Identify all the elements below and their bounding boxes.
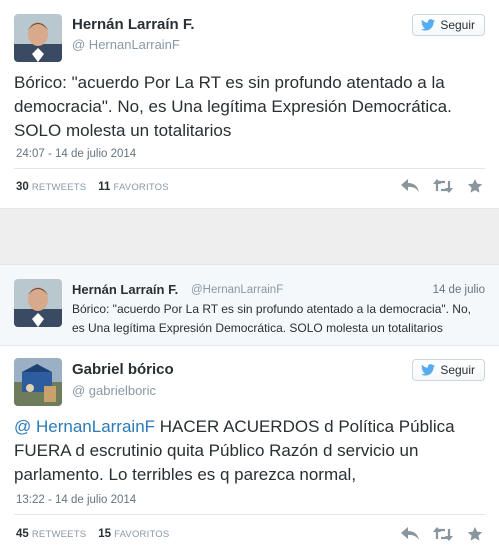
tweet-timestamp[interactable]: 13:22 - 14 de julio 2014 bbox=[16, 494, 136, 506]
follow-button[interactable]: Seguir bbox=[412, 359, 485, 381]
reply-icon[interactable] bbox=[401, 527, 419, 546]
tweet-actions bbox=[401, 178, 483, 199]
follow-label: Seguir bbox=[440, 18, 475, 32]
favorites-stat[interactable]: 15 FAVORITOS bbox=[98, 528, 169, 540]
tweet-stats: 45 RETWEETS 15 FAVORITOS bbox=[16, 528, 169, 540]
twitter-bird-icon bbox=[421, 364, 436, 376]
retweets-count: 45 bbox=[16, 528, 29, 540]
avatar[interactable] bbox=[14, 279, 62, 327]
divider bbox=[14, 514, 485, 515]
author-handle[interactable]: @ gabrielboric bbox=[72, 383, 156, 398]
quoted-tweet[interactable]: Hernán Larraín F. @HernanLarrainF 14 de … bbox=[0, 264, 499, 346]
favorites-count: 15 bbox=[98, 528, 112, 540]
retweets-count: 30 bbox=[16, 181, 29, 193]
avatar[interactable] bbox=[14, 14, 62, 62]
tweet-text: @ HernanLarrainF HACER ACUERDOS d Políti… bbox=[14, 415, 484, 487]
tweet-timestamp[interactable]: 24:07 - 14 de julio 2014 bbox=[16, 148, 136, 160]
twitter-bird-icon bbox=[421, 19, 436, 31]
star-icon[interactable] bbox=[467, 526, 483, 547]
retweets-label: RETWEETS bbox=[31, 182, 87, 193]
quoted-author-handle[interactable]: @HernanLarrainF bbox=[191, 284, 283, 296]
quoted-date[interactable]: 14 de julio bbox=[433, 284, 485, 296]
tweet-card-2: Gabriel bórico @ gabrielboric Seguir @ H… bbox=[0, 346, 499, 552]
tweet-actions bbox=[401, 526, 483, 547]
author-name[interactable]: Gabriel bórico bbox=[72, 361, 174, 378]
divider bbox=[14, 168, 485, 169]
author-name[interactable]: Hernán Larraín F. bbox=[72, 16, 195, 33]
retweet-icon[interactable] bbox=[433, 179, 453, 198]
tweet-card-1: Hernán Larraín F. @ HernanLarrainF Segui… bbox=[0, 0, 499, 209]
favorites-count: 11 bbox=[98, 181, 111, 193]
tweet-stats: 30 RETWEETS 11 FAVORITOS bbox=[16, 181, 169, 193]
favorites-stat[interactable]: 11 FAVORITOS bbox=[98, 181, 169, 193]
retweets-stat[interactable]: 45 RETWEETS bbox=[16, 528, 86, 540]
star-icon[interactable] bbox=[467, 178, 483, 199]
favorites-label: FAVORITOS bbox=[113, 182, 169, 193]
quoted-text: Bórico: "acuerdo Por La RT es sin profun… bbox=[72, 302, 471, 335]
retweets-label: RETWEETS bbox=[31, 529, 87, 540]
follow-label: Seguir bbox=[440, 363, 475, 377]
retweet-icon[interactable] bbox=[433, 527, 453, 546]
mention-link[interactable]: @ HernanLarrainF bbox=[14, 417, 155, 436]
author-handle[interactable]: @ HernanLarrainF bbox=[72, 37, 180, 52]
reply-icon[interactable] bbox=[401, 179, 419, 198]
retweets-stat[interactable]: 30 RETWEETS bbox=[16, 181, 86, 193]
tweet-text: Bórico: "acuerdo Por La RT es sin profun… bbox=[14, 73, 452, 140]
avatar[interactable] bbox=[14, 358, 62, 406]
favorites-label: FAVORITOS bbox=[114, 529, 170, 540]
follow-button[interactable]: Seguir bbox=[412, 14, 485, 36]
quoted-author-name[interactable]: Hernán Larraín F. bbox=[72, 282, 178, 297]
